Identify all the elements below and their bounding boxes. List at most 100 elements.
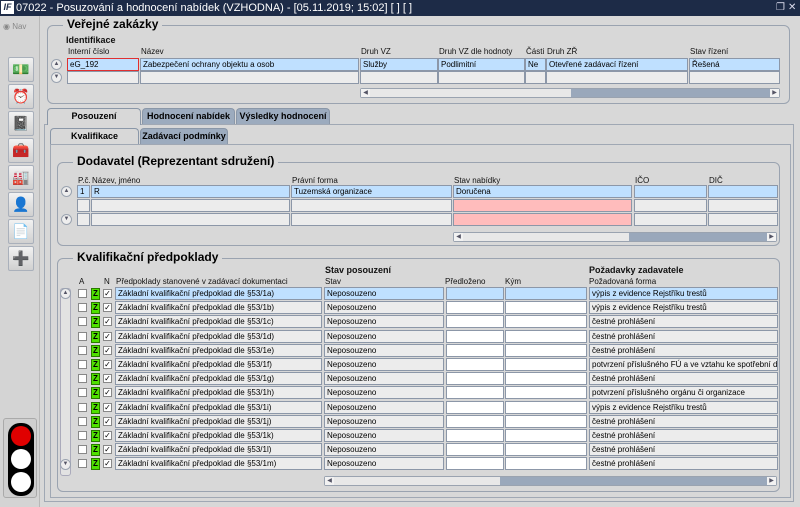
zakazky-cell-empty[interactable] xyxy=(438,71,525,84)
stav-cell[interactable]: Neposouzeno xyxy=(324,400,444,414)
subtab-2[interactable]: Zadávací podmínky xyxy=(140,128,228,144)
n-checkbox[interactable]: ✓ xyxy=(103,303,112,313)
forma-cell[interactable]: čestné prohlášení xyxy=(589,443,778,457)
predpoklad-cell[interactable]: Základní kvalifikační předpoklad dle §53… xyxy=(115,386,322,400)
predlozeno-cell[interactable] xyxy=(446,457,504,471)
dodavatel-hscroll[interactable]: ◀ ▶ xyxy=(453,232,777,242)
predlozeno-cell[interactable] xyxy=(446,414,504,428)
predlozeno-cell[interactable] xyxy=(446,301,504,315)
a-checkbox[interactable] xyxy=(78,360,87,369)
predpoklad-cell[interactable]: Základní kvalifikační předpoklad dle §53… xyxy=(115,315,322,329)
dodavatel-cell[interactable] xyxy=(91,199,290,212)
predpoklad-cell[interactable]: Základní kvalifikační předpoklad dle §53… xyxy=(115,287,322,300)
a-checkbox[interactable] xyxy=(78,345,87,355)
dodavatel-cell[interactable] xyxy=(77,199,90,212)
predpoklad-cell[interactable]: Základní kvalifikační předpoklad dle §53… xyxy=(115,343,322,357)
dodavatel-cell[interactable]: R xyxy=(91,185,290,198)
a-checkbox[interactable] xyxy=(78,416,87,426)
dodavatel-cell[interactable] xyxy=(634,199,707,212)
tab-3[interactable]: Výsledky hodnocení xyxy=(236,108,330,124)
n-checkbox[interactable]: ✓ xyxy=(103,289,112,298)
scroll-left-icon[interactable]: ◀ xyxy=(361,89,370,97)
predpoklad-cell[interactable]: Základní kvalifikační předpoklad dle §53… xyxy=(115,329,322,343)
zakazky-cell-empty[interactable] xyxy=(689,71,780,84)
forma-cell[interactable]: čestné prohlášení xyxy=(589,329,778,343)
kym-cell[interactable] xyxy=(505,329,587,343)
a-checkbox[interactable] xyxy=(78,431,87,440)
dodavatel-cell[interactable] xyxy=(453,213,632,226)
kym-cell[interactable] xyxy=(505,287,587,300)
zakazky-cell[interactable]: Řešená xyxy=(689,58,780,71)
forma-cell[interactable]: čestné prohlášení xyxy=(589,414,778,428)
predpoklad-cell[interactable]: Základní kvalifikační předpoklad dle §53… xyxy=(115,400,322,414)
scroll-up-button[interactable]: ▲ xyxy=(51,59,62,70)
predpoklad-cell[interactable]: Základní kvalifikační předpoklad dle §53… xyxy=(115,414,322,428)
dodavatel-cell[interactable] xyxy=(708,185,778,198)
stav-cell[interactable]: Neposouzeno xyxy=(324,343,444,357)
restore-icon[interactable]: ❐ xyxy=(776,0,785,16)
new-document-button[interactable]: ➕ xyxy=(8,246,34,271)
scroll-down-button[interactable]: ▼ xyxy=(60,459,71,470)
zakazky-cell[interactable]: Služby xyxy=(360,58,438,71)
tab-2[interactable]: Hodnocení nabídek xyxy=(142,108,235,124)
stav-cell[interactable]: Neposouzeno xyxy=(324,301,444,315)
predpoklad-cell[interactable]: Základní kvalifikační předpoklad dle §53… xyxy=(115,372,322,386)
forma-cell[interactable]: potvrzení příslušného orgánu či organiza… xyxy=(589,386,778,400)
dodavatel-cell[interactable] xyxy=(453,199,632,212)
toolbox-button[interactable]: 🧰 xyxy=(8,138,34,163)
a-checkbox[interactable] xyxy=(78,317,87,327)
scroll-right-icon[interactable]: ▶ xyxy=(770,89,779,97)
dodavatel-cell[interactable]: Tuzemská organizace xyxy=(291,185,452,198)
money-button[interactable]: 💵 xyxy=(8,57,34,82)
stav-cell[interactable]: Neposouzeno xyxy=(324,429,444,442)
n-checkbox[interactable]: ✓ xyxy=(103,317,112,327)
stav-cell[interactable]: Neposouzeno xyxy=(324,329,444,343)
predlozeno-cell[interactable] xyxy=(446,287,504,300)
n-checkbox[interactable]: ✓ xyxy=(103,345,112,355)
tab-1[interactable]: Posouzení xyxy=(47,108,141,125)
kym-cell[interactable] xyxy=(505,443,587,457)
kym-cell[interactable] xyxy=(505,358,587,371)
kym-cell[interactable] xyxy=(505,400,587,414)
forma-cell[interactable]: čestné prohlášení xyxy=(589,343,778,357)
scroll-down-button[interactable]: ▼ xyxy=(51,72,62,83)
predlozeno-cell[interactable] xyxy=(446,358,504,371)
dodavatel-cell[interactable] xyxy=(708,199,778,212)
predpoklad-cell[interactable]: Základní kvalifikační předpoklad dle §53… xyxy=(115,301,322,315)
stav-cell[interactable]: Neposouzeno xyxy=(324,443,444,457)
scroll-left-icon[interactable]: ◀ xyxy=(454,233,463,241)
zakazky-cell[interactable]: Ne xyxy=(525,58,546,71)
kym-cell[interactable] xyxy=(505,429,587,442)
dodavatel-cell[interactable] xyxy=(291,199,452,212)
kym-cell[interactable] xyxy=(505,372,587,386)
scroll-right-icon[interactable]: ▶ xyxy=(767,477,776,485)
close-icon[interactable]: ✕ xyxy=(788,0,796,16)
dodavatel-cell[interactable] xyxy=(91,213,290,226)
forma-cell[interactable]: výpis z evidence Rejstříku trestů xyxy=(589,400,778,414)
kym-cell[interactable] xyxy=(505,457,587,471)
kym-cell[interactable] xyxy=(505,301,587,315)
kym-cell[interactable] xyxy=(505,343,587,357)
n-checkbox[interactable]: ✓ xyxy=(103,459,112,469)
nav-button[interactable]: ◉ Nav xyxy=(3,22,26,31)
predpoklad-cell[interactable]: Základní kvalifikační předpoklad dle §53… xyxy=(115,443,322,457)
n-checkbox[interactable]: ✓ xyxy=(103,331,112,341)
a-checkbox[interactable] xyxy=(78,459,87,469)
kvalifikace-vscroll[interactable] xyxy=(60,288,71,476)
dodavatel-cell[interactable]: 1 xyxy=(77,185,90,198)
stav-cell[interactable]: Neposouzeno xyxy=(324,414,444,428)
dodavatel-cell[interactable] xyxy=(708,213,778,226)
scroll-up-button[interactable]: ▲ xyxy=(60,288,71,299)
n-checkbox[interactable]: ✓ xyxy=(103,374,112,384)
dodavatel-cell[interactable] xyxy=(634,213,707,226)
dodavatel-cell[interactable]: Doručena xyxy=(453,185,632,198)
stav-cell[interactable]: Neposouzeno xyxy=(324,457,444,471)
dodavatel-cell[interactable] xyxy=(634,185,707,198)
kym-cell[interactable] xyxy=(505,386,587,400)
n-checkbox[interactable]: ✓ xyxy=(103,445,112,455)
zakazky-cell[interactable]: eG_192 xyxy=(67,58,139,71)
zakazky-cell-empty[interactable] xyxy=(546,71,688,84)
predlozeno-cell[interactable] xyxy=(446,400,504,414)
a-checkbox[interactable] xyxy=(78,402,87,412)
factory-button[interactable]: 🏭 xyxy=(8,165,34,190)
